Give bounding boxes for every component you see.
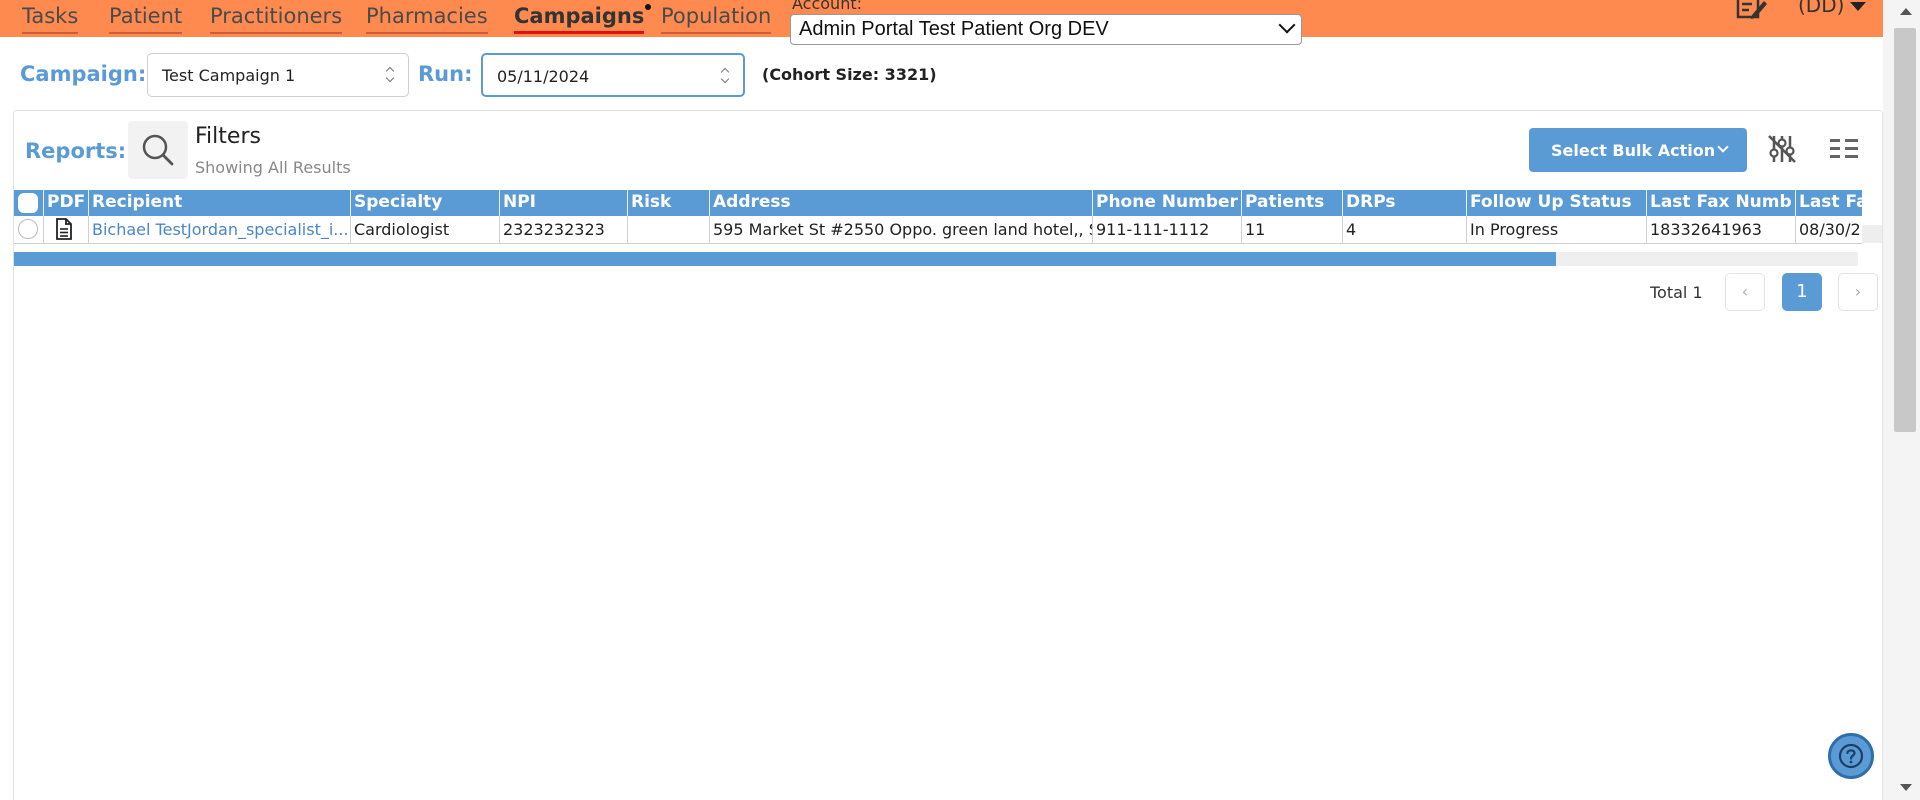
- search-icon: [142, 134, 174, 166]
- patients-cell: 11: [1242, 216, 1343, 243]
- address-cell: 595 Market St #2550 Oppo. green land hot…: [710, 216, 1093, 243]
- nav-tab-pharmacies[interactable]: Pharmacies: [366, 4, 488, 34]
- nav-tab-tasks[interactable]: Tasks: [22, 4, 79, 34]
- filters-title: Filters: [195, 124, 261, 149]
- column-header-specialty[interactable]: Specialty: [351, 190, 500, 216]
- column-header-npi[interactable]: NPI: [500, 190, 628, 216]
- column-header-follow-up-status[interactable]: Follow Up Status: [1467, 190, 1647, 216]
- nav-tab-label: Tasks: [22, 4, 79, 28]
- drps-cell: 4: [1343, 216, 1467, 243]
- chevron-down-icon: [1278, 16, 1296, 34]
- row-overflow-edge: [1862, 225, 1882, 243]
- help-button[interactable]: [1828, 733, 1874, 779]
- total-count: Total 1: [1650, 283, 1703, 302]
- edit-note-icon[interactable]: [1736, 0, 1768, 20]
- scroll-up-arrow-icon[interactable]: [1900, 8, 1912, 15]
- column-header-last-fax[interactable]: Last Fax: [1796, 190, 1862, 216]
- last-fax-cell: 08/30/2: [1796, 216, 1862, 243]
- run-select-value: 05/11/2024: [497, 67, 590, 86]
- nav-tab-label: Pharmacies: [366, 4, 488, 28]
- filter-search-button[interactable]: [128, 121, 188, 179]
- caret-down-icon[interactable]: [1850, 2, 1866, 11]
- reports-label: Reports:: [25, 139, 127, 163]
- column-header-drps[interactable]: DRPs: [1343, 190, 1467, 216]
- select-all-checkbox[interactable]: [18, 193, 38, 213]
- vertical-scrollbar-thumb[interactable]: [1894, 28, 1916, 432]
- column-header-phone-number[interactable]: Phone Number: [1093, 190, 1242, 216]
- last-fax-number-cell: 18332641963: [1647, 216, 1796, 243]
- campaign-select[interactable]: Test Campaign 1: [147, 53, 409, 97]
- horizontal-scrollbar-thumb[interactable]: [14, 252, 1556, 266]
- phone-cell: 911-111-1112: [1093, 216, 1242, 243]
- follow-up-status-cell: In Progress: [1467, 216, 1647, 243]
- nav-tab-population[interactable]: Population: [661, 4, 772, 34]
- chevron-down-icon: [1717, 141, 1729, 153]
- filters-subtitle: Showing All Results: [195, 158, 351, 177]
- sort-updown-icon: [721, 68, 729, 84]
- table-row: Bichael TestJordan_specialist_i... Cardi…: [14, 216, 1862, 244]
- page-1-button[interactable]: 1: [1782, 273, 1822, 311]
- chevron-right-icon: ›: [1854, 282, 1862, 301]
- column-header-last-fax-number[interactable]: Last Fax Numb: [1647, 190, 1796, 216]
- campaign-label: Campaign:: [20, 62, 147, 86]
- nav-tab-patient[interactable]: Patient: [109, 4, 183, 34]
- specialty-cell: Cardiologist: [351, 216, 500, 243]
- nav-tab-label: Patient: [109, 4, 183, 28]
- row-select-cell[interactable]: [14, 216, 44, 243]
- next-page-button[interactable]: ›: [1838, 273, 1878, 311]
- bulk-action-label: Select Bulk Action: [1551, 141, 1716, 160]
- nav-tab-label: Campaigns: [514, 4, 645, 28]
- pdf-cell[interactable]: [44, 216, 89, 243]
- chevron-left-icon: ‹: [1741, 282, 1749, 301]
- column-header-pdf[interactable]: PDF: [44, 190, 89, 216]
- account-select[interactable]: Admin Portal Test Patient Org DEV: [790, 14, 1302, 45]
- row-checkbox[interactable]: [18, 219, 38, 239]
- cohort-size: (Cohort Size: 3321): [762, 65, 937, 84]
- column-layout-icon[interactable]: [1829, 137, 1859, 163]
- nav-tab-practitioners[interactable]: Practitioners: [210, 4, 343, 34]
- select-all-cell[interactable]: [14, 190, 44, 216]
- sort-updown-icon: [386, 67, 394, 83]
- filter-settings-icon[interactable]: [1766, 133, 1798, 165]
- prev-page-button[interactable]: ‹: [1725, 273, 1765, 311]
- nav-tab-label: Practitioners: [210, 4, 343, 28]
- scroll-down-arrow-icon[interactable]: [1900, 784, 1912, 791]
- user-menu[interactable]: (DD): [1798, 0, 1844, 17]
- column-header-patients[interactable]: Patients: [1242, 190, 1343, 216]
- column-header-recipient[interactable]: Recipient: [89, 190, 351, 216]
- nav-tab-campaigns[interactable]: Campaigns: [514, 4, 652, 34]
- account-label: Account:: [792, 0, 862, 13]
- document-icon[interactable]: [53, 218, 75, 240]
- column-header-risk[interactable]: Risk: [628, 190, 710, 216]
- campaign-select-value: Test Campaign 1: [162, 66, 296, 85]
- table-header: PDF Recipient Specialty NPI Risk Address…: [14, 190, 1862, 216]
- account-select-value: Admin Portal Test Patient Org DEV: [799, 18, 1109, 40]
- column-header-address[interactable]: Address: [710, 190, 1093, 216]
- recipient-link[interactable]: Bichael TestJordan_specialist_i...: [89, 216, 351, 243]
- select-bulk-action-button[interactable]: Select Bulk Action: [1529, 128, 1747, 172]
- run-select[interactable]: 05/11/2024: [481, 53, 745, 97]
- run-label: Run:: [418, 62, 473, 86]
- npi-cell: 2323232323: [500, 216, 628, 243]
- nav-tab-label: Population: [661, 4, 772, 28]
- risk-cell: [628, 216, 710, 243]
- question-mark-icon: [1838, 743, 1864, 769]
